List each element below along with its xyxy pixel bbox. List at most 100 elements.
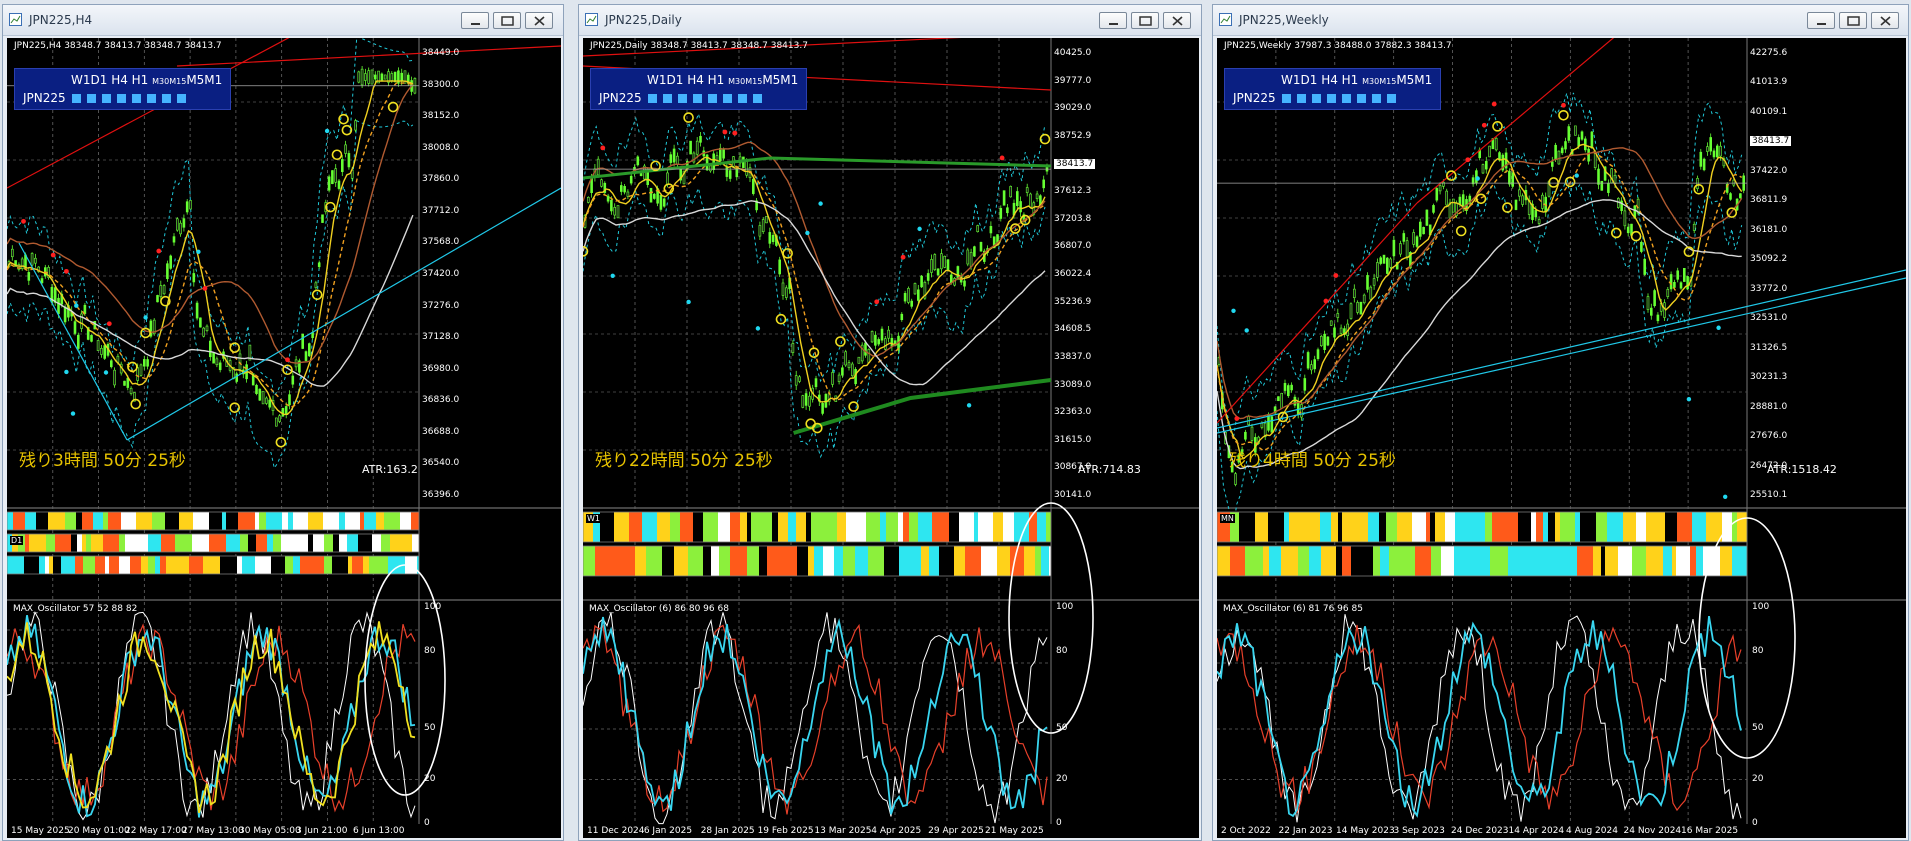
- candle-body: [1402, 233, 1406, 242]
- time-axis-label: 24 Dec 2023: [1451, 826, 1509, 836]
- candle-body: [626, 191, 630, 197]
- signal-strip-cell: [1504, 546, 1508, 576]
- oscillator-axis-label: 20: [1752, 773, 1764, 784]
- signal-marker: [808, 347, 820, 358]
- candle-body: [1719, 145, 1722, 157]
- signal-strip-cell: [53, 556, 61, 574]
- candle-body: [27, 272, 31, 281]
- signal-strip-cell: [183, 556, 189, 574]
- timeframe-small[interactable]: M30M15: [1362, 77, 1396, 86]
- candle-body: [1643, 258, 1647, 275]
- signal-strip-cell: [932, 512, 949, 542]
- signal-strip-cell: [898, 512, 903, 542]
- candle-body: [669, 154, 673, 163]
- candle-body: [1597, 168, 1600, 185]
- price-axis-label: 27676.0: [1750, 431, 1788, 442]
- close-button[interactable]: [1871, 12, 1899, 29]
- window-titlebar[interactable]: JPN225,Daily: [579, 5, 1201, 36]
- timeframe-big[interactable]: W1D1 H4 H1: [1281, 73, 1362, 87]
- chart-window-h4[interactable]: JPN225,H4 JPN225,H4 38348.7 38413.7 3834…: [2, 4, 564, 841]
- signal-strip-cell: [282, 512, 288, 530]
- timeframe-badge[interactable]: W1D1 H4 H1 M30M15M5M1 JPN225: [1224, 68, 1442, 110]
- trough-marker: [324, 128, 330, 134]
- price-axis-label: 37203.8: [1054, 213, 1092, 224]
- candle-body: [202, 327, 205, 337]
- oscillator-label: MAX_Oscillator 57 52 88 82: [13, 604, 138, 614]
- close-button[interactable]: [525, 12, 553, 29]
- signal-strip-cell: [24, 556, 39, 574]
- candle-body: [383, 74, 387, 80]
- timeframe-big[interactable]: W1D1 H4 H1: [71, 73, 152, 87]
- price-axis-label: 36811.9: [1750, 195, 1788, 206]
- signal-strip-cell: [1445, 512, 1455, 542]
- candle-body: [857, 356, 861, 364]
- chart-window-weekly[interactable]: JPN225,Weekly JPN225,Weekly 37987.3 3848…: [1212, 4, 1909, 841]
- signal-strip-cell: [1431, 546, 1441, 576]
- price-axis-label: 38008.0: [422, 142, 460, 153]
- close-button[interactable]: [1163, 12, 1191, 29]
- minimize-button[interactable]: [461, 12, 489, 29]
- signal-marker: [835, 336, 846, 347]
- candle-body: [653, 193, 656, 199]
- signal-strip-cell: [1485, 512, 1492, 542]
- candle-body: [1303, 378, 1307, 391]
- timeframe-big[interactable]: M5M1: [762, 73, 798, 87]
- candle-body: [616, 205, 620, 219]
- timeframe-small[interactable]: M30M15: [728, 77, 762, 86]
- candle-body: [317, 262, 321, 268]
- timeframe-badge[interactable]: W1D1 H4 H1 M30M15M5M1 JPN225: [590, 68, 808, 110]
- candle-body: [1392, 239, 1396, 257]
- candle-body: [1009, 186, 1013, 198]
- candle-body: [301, 333, 305, 349]
- signal-strip-cell: [1623, 512, 1636, 542]
- maximize-button[interactable]: [1839, 12, 1867, 29]
- signal-strip-cell: [7, 556, 24, 574]
- candle-body: [1006, 207, 1009, 214]
- timeframe-small[interactable]: M30M15: [152, 77, 186, 86]
- signal-strip-cell: [1309, 546, 1321, 576]
- minimize-button[interactable]: [1099, 12, 1127, 29]
- candle-body: [156, 295, 159, 303]
- peak-marker: [156, 248, 162, 254]
- signal-strip-cell: [880, 512, 886, 542]
- price-chart[interactable]: JPN225,Weekly 37987.3 38488.0 37882.3 38…: [1217, 38, 1906, 838]
- signal-strip-cell: [119, 556, 130, 574]
- candle-body: [989, 226, 993, 234]
- candle-body: [699, 135, 702, 143]
- price-chart[interactable]: JPN225,H4 38348.7 38413.7 38348.7 38413.…: [7, 38, 561, 838]
- price-chart[interactable]: JPN225,Daily 38348.7 38413.7 38348.7 384…: [583, 38, 1199, 838]
- minimize-button[interactable]: [1807, 12, 1835, 29]
- maximize-button[interactable]: [493, 12, 521, 29]
- candle-body: [212, 352, 215, 364]
- candle-body: [600, 179, 603, 187]
- status-dots: [1281, 91, 1402, 105]
- candle-body: [814, 378, 818, 388]
- window-titlebar[interactable]: JPN225,H4: [3, 5, 563, 36]
- trough-marker: [755, 326, 761, 331]
- timeframe-big[interactable]: M5M1: [186, 73, 222, 87]
- signal-strip-cell: [1548, 512, 1555, 542]
- signal-strip-cell: [1706, 512, 1722, 542]
- signal-strip-cell: [1732, 512, 1737, 542]
- timeframe-big[interactable]: M5M1: [1396, 73, 1432, 87]
- signal-strip-cell: [662, 546, 674, 576]
- signal-strip-cell: [703, 512, 718, 542]
- signal-strip-cell: [376, 512, 384, 530]
- candle-body: [123, 380, 126, 386]
- candle-body: [1353, 288, 1356, 298]
- window-titlebar[interactable]: JPN225,Weekly: [1213, 5, 1908, 36]
- oscillator-line-cyan: [1217, 615, 1742, 818]
- candle-body: [883, 338, 887, 350]
- maximize-button[interactable]: [1131, 12, 1159, 29]
- timeframe-badge[interactable]: W1D1 H4 H1 M30M15M5M1 JPN225: [14, 68, 232, 110]
- chart-window-daily[interactable]: JPN225,Daily JPN225,Daily 38348.7 38413.…: [578, 4, 1202, 841]
- candle-body: [870, 331, 874, 343]
- candle-body: [1580, 131, 1584, 140]
- timeframe-big[interactable]: W1D1 H4 H1: [647, 73, 728, 87]
- candle-body: [1366, 275, 1369, 290]
- signal-strip-cell: [772, 512, 778, 542]
- signal-strip-cell: [1342, 512, 1354, 542]
- window-title: JPN225,Daily: [605, 13, 682, 27]
- signal-strip-cell: [1596, 512, 1603, 542]
- signal-strip-cell: [1593, 546, 1601, 576]
